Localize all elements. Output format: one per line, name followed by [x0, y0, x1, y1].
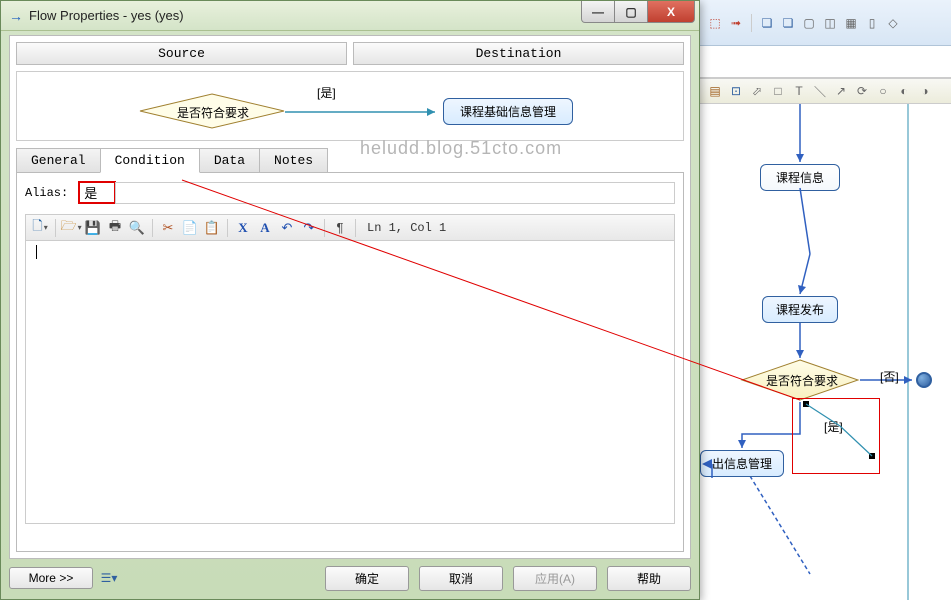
toolbar-icon[interactable]: ▤	[706, 82, 724, 100]
new-button[interactable]: 🗋	[30, 218, 50, 238]
toolbar-icon[interactable]: ⊡	[727, 82, 745, 100]
selection-box	[792, 398, 880, 474]
canvas-white-strip	[700, 46, 951, 78]
toolbar-icon[interactable]: ▢	[800, 14, 818, 32]
alias-input[interactable]	[78, 181, 116, 204]
toolbar-icon[interactable]: ⬀	[748, 82, 766, 100]
node-label: 课程信息	[776, 171, 824, 185]
close-button[interactable]: X	[647, 1, 695, 23]
tab-data[interactable]: Data	[199, 148, 260, 173]
node-course-publish[interactable]: 课程发布	[762, 296, 838, 323]
list-icon[interactable]: ☰▾	[99, 571, 119, 585]
toolbar-icon[interactable]: ↗	[832, 82, 850, 100]
main-toolbar: ⬚ ➟ ❏ ❏ ▢ ◫ ▦ ▯ ◇	[700, 0, 951, 46]
diagram-preview: 是否符合要求 [是] 课程基础信息管理	[16, 71, 684, 141]
tabs: General Condition Data Notes	[16, 147, 690, 172]
toolbar-icon[interactable]: ⬚	[706, 14, 724, 32]
window-title: Flow Properties - yes (yes)	[29, 8, 184, 23]
alias-label: Alias:	[25, 186, 68, 200]
editor-toolbar: 🗋 🗁 💾 🖶 🔍 ✂ 📄 📋 X A ↶ ↷ ¶	[26, 215, 674, 241]
secondary-toolbar: ▤ ⊡ ⬀ □ T ＼ ↗ ⟳ ○ ◐ ◑	[700, 78, 951, 104]
diagram-canvas[interactable]: 课程信息 课程发布 是否符合要求 [否] [	[700, 104, 951, 600]
paragraph-button[interactable]: ¶	[330, 218, 350, 238]
source-header[interactable]: Source	[16, 42, 347, 65]
toolbar-icon[interactable]: ◇	[884, 14, 902, 32]
node-label: 课程发布	[776, 303, 824, 317]
preview-target-label: 课程基础信息管理	[460, 105, 556, 119]
node-course-info[interactable]: 课程信息	[760, 164, 840, 191]
toolbar-icon[interactable]: ➟	[727, 14, 745, 32]
maximize-button[interactable]: ▢	[614, 1, 648, 23]
a-button[interactable]: A	[255, 218, 275, 238]
toolbar-icon[interactable]: ○	[874, 82, 892, 100]
toolbar-icon[interactable]: ◑	[916, 82, 934, 100]
redo-button[interactable]: ↷	[299, 218, 319, 238]
ok-button[interactable]: 确定	[325, 566, 409, 591]
alias-field-rest[interactable]	[115, 182, 675, 204]
node-decision[interactable]: 是否符合要求	[740, 358, 860, 402]
cursor-status: Ln 1, Col 1	[367, 221, 446, 235]
apply-button[interactable]: 应用(A)	[513, 566, 597, 591]
cancel-button[interactable]: 取消	[419, 566, 503, 591]
find-button[interactable]: 🔍	[127, 218, 147, 238]
toolbar-icon[interactable]: ◐	[895, 82, 913, 100]
tab-notes[interactable]: Notes	[259, 148, 328, 173]
arrow-icon: →	[9, 8, 23, 24]
open-button[interactable]: 🗁	[61, 218, 81, 238]
destination-header[interactable]: Destination	[353, 42, 684, 65]
help-button[interactable]: 帮助	[607, 566, 691, 591]
cut-button[interactable]: ✂	[158, 218, 178, 238]
toolbar-icon[interactable]: ❏	[779, 14, 797, 32]
paste-button[interactable]: 📋	[202, 218, 222, 238]
more-button[interactable]: More >>	[9, 567, 93, 589]
preview-decision-label: 是否符合要求	[177, 104, 249, 121]
toolbar-icon[interactable]: T	[790, 82, 808, 100]
toolbar-icon[interactable]: ◫	[821, 14, 839, 32]
tab-condition[interactable]: Condition	[100, 148, 200, 173]
edge-label-no: [否]	[880, 368, 899, 385]
titlebar[interactable]: → Flow Properties - yes (yes) — ▢ X	[1, 1, 699, 31]
toolbar-icon[interactable]: ❏	[758, 14, 776, 32]
decision-label: 是否符合要求	[766, 372, 838, 389]
minimize-button[interactable]: —	[581, 1, 615, 23]
preview-target-node: 课程基础信息管理	[443, 98, 573, 125]
preview-edge-label: [是]	[317, 84, 336, 101]
tab-content: Alias: 🗋 🗁 💾 🖶 🔍 ✂ 📄 📋 X	[16, 172, 684, 552]
toolbar-icon[interactable]: ⟳	[853, 82, 871, 100]
undo-button[interactable]: ↶	[277, 218, 297, 238]
editor-textarea[interactable]	[26, 241, 674, 523]
flow-properties-dialog: → Flow Properties - yes (yes) — ▢ X Sour…	[0, 0, 700, 600]
copy-button[interactable]: 📄	[180, 218, 200, 238]
node-info-mgmt[interactable]: 出信息管理	[700, 450, 784, 477]
node-terminal[interactable]	[916, 372, 932, 388]
toolbar-icon[interactable]: ▦	[842, 14, 860, 32]
editor: 🗋 🗁 💾 🖶 🔍 ✂ 📄 📋 X A ↶ ↷ ¶	[25, 214, 675, 524]
toolbar-icon[interactable]: ＼	[811, 82, 829, 100]
dialog-footer: More >> ☰▾ 确定 取消 应用(A) 帮助	[9, 563, 691, 593]
save-button[interactable]: 💾	[83, 218, 103, 238]
toolbar-icon[interactable]: □	[769, 82, 787, 100]
edge-label-yes: [是]	[824, 418, 843, 435]
print-button[interactable]: 🖶	[105, 218, 125, 238]
x-button[interactable]: X	[233, 218, 253, 238]
tab-general[interactable]: General	[16, 148, 101, 173]
node-label: 出信息管理	[712, 457, 772, 471]
watermark: heludd.blog.51cto.com	[360, 138, 562, 159]
toolbar-icon[interactable]: ▯	[863, 14, 881, 32]
